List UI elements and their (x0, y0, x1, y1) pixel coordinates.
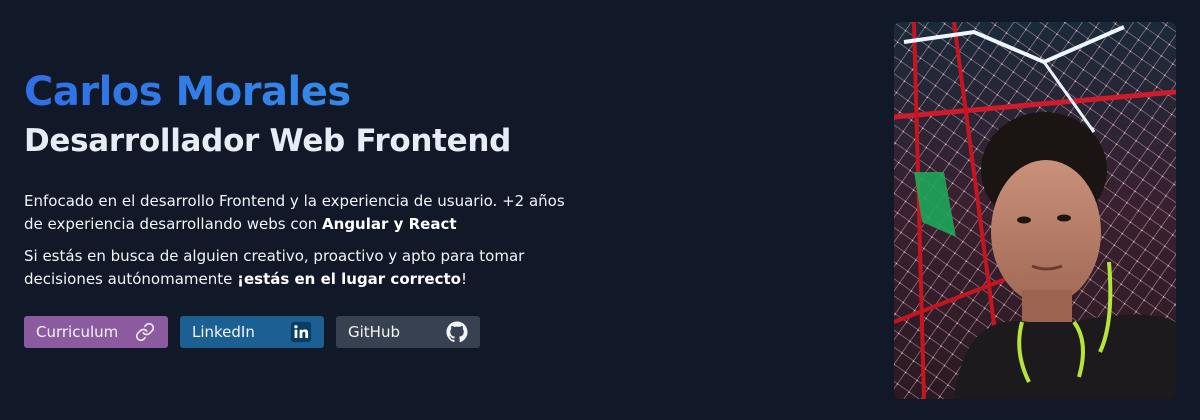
social-buttons: Curriculum LinkedIn GitHub (24, 316, 624, 348)
description-end-2: ! (460, 270, 467, 288)
github-button[interactable]: GitHub (336, 316, 480, 348)
profile-name: Carlos Morales (24, 66, 624, 118)
linkedin-label: LinkedIn (192, 323, 255, 341)
profile-role: Desarrollador Web Frontend (24, 123, 511, 159)
github-icon (446, 321, 468, 343)
curriculum-label: Curriculum (36, 323, 119, 341)
linkedin-button[interactable]: LinkedIn (180, 316, 324, 348)
hero-section: Carlos Morales Desarrollador Web Fronten… (24, 66, 624, 348)
github-label: GitHub (348, 323, 400, 341)
description-text-1: Enfocado en el desarrollo Frontend y la … (24, 192, 565, 233)
description-paragraph-2: Si estás en busca de alguien creativo, p… (24, 245, 584, 291)
profile-description: Enfocado en el desarrollo Frontend y la … (24, 190, 584, 291)
curriculum-button[interactable]: Curriculum (24, 316, 168, 348)
linkedin-icon (290, 321, 312, 343)
profile-photo (894, 22, 1176, 399)
link-icon (134, 321, 156, 343)
description-highlight-2: ¡estás en el lugar correcto (237, 270, 461, 288)
description-paragraph-1: Enfocado en el desarrollo Frontend y la … (24, 190, 584, 236)
description-highlight-1: Angular y React (322, 215, 457, 233)
